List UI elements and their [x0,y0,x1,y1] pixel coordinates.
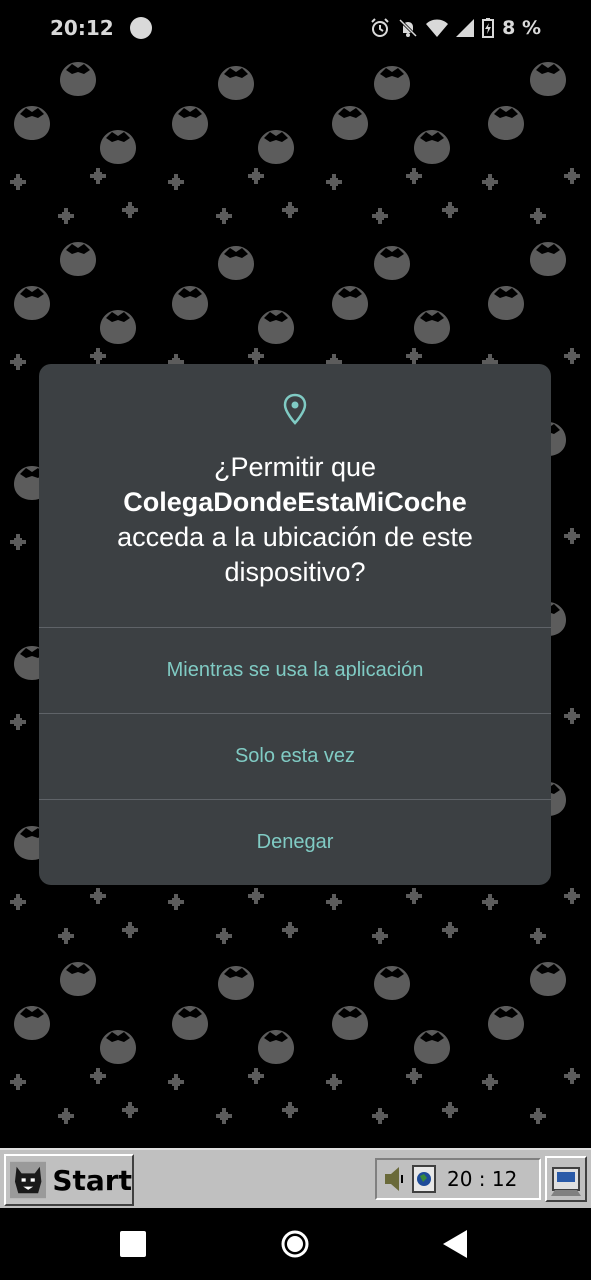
deny-button[interactable]: Denegar [39,800,551,885]
location-permission-dialog: ¿Permitir que ColegaDondeEstaMiCoche acc… [39,364,551,885]
taskbar-clock: 20 : 12 [447,1167,518,1191]
dialog-title: ¿Permitir que ColegaDondeEstaMiCoche acc… [59,450,531,590]
system-tray: 20 : 12 [375,1158,541,1200]
allow-while-using-button[interactable]: Mientras se usa la aplicación [39,628,551,713]
back-triangle-icon [443,1230,467,1258]
location-pin-icon [283,393,307,425]
dialog-title-suffix: acceda a la ubicación de este dispositiv… [117,522,473,587]
home-button[interactable] [255,1208,335,1280]
recents-button[interactable] [93,1208,173,1280]
start-logo-icon [10,1161,47,1199]
start-button[interactable]: Start [4,1154,134,1206]
app-tray-button[interactable] [545,1156,587,1202]
dialog-title-prefix: ¿Permitir que [213,452,377,482]
speaker-icon[interactable] [381,1163,407,1195]
dialog-app-name: ColegaDondeEstaMiCoche [123,487,467,517]
start-label: Start [52,1163,132,1197]
back-button[interactable] [416,1208,496,1280]
home-circle-icon [281,1230,309,1258]
navigation-bar [0,1208,591,1280]
allow-once-button[interactable]: Solo esta vez [39,714,551,799]
app-tray-icon [551,1167,581,1196]
globe-icon[interactable] [411,1163,437,1195]
recents-square-icon [120,1231,146,1257]
taskbar: Start 20 : 12 [0,1148,591,1208]
